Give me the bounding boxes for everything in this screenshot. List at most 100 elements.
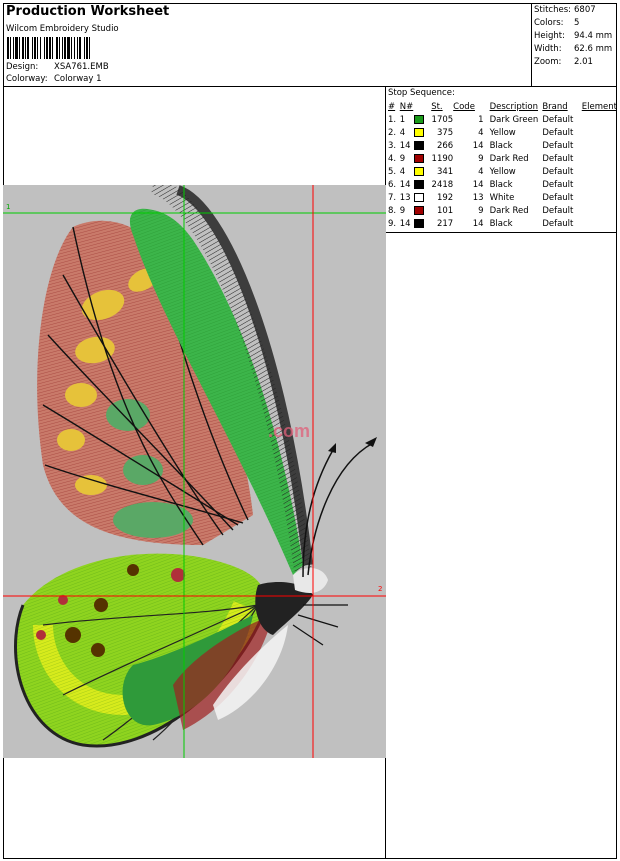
row-brand: Default [542,140,574,151]
table-row: 6. 14 2418 14 Black Default [386,178,617,191]
stop-sequence-table: # N# St. Code Description Brand Element … [386,100,617,230]
col-header-idx: # [388,101,396,112]
col-header-nn: N# [399,101,414,112]
svg-text:.com: .com [268,421,310,441]
barcode-image [7,37,133,59]
row-needle: 13 [399,192,411,203]
software-name: Wilcom Embroidery Studio [6,24,119,34]
row-stitches: 2418 [431,179,454,190]
row-color-swatch [413,178,432,191]
row-brand: Default [542,153,574,164]
stop-sequence-panel: Stop Sequence: # N# St. Code Description… [386,87,617,233]
row-code: 14 [472,179,484,190]
stat-zoom: Zoom: 2.01 [534,57,593,67]
stitches-value: 6807 [574,5,596,15]
row-brand: Default [542,218,574,229]
row-index: 4. [388,153,397,164]
row-color-swatch [413,152,432,165]
color-swatch [413,166,424,176]
row-index: 9. [388,218,397,229]
row-color-swatch [413,165,432,178]
stitches-label: Stitches: [534,5,572,15]
row-description: Dark Green [489,114,539,125]
design-preview: .com 1 2 [3,185,386,758]
row-needle: 14 [399,140,411,151]
color-swatch [413,114,424,124]
col-header-code: Code [453,101,475,112]
row-color-swatch [413,113,432,126]
row-stitches: 192 [436,192,454,203]
row-description: White [489,192,515,203]
row-stitches: 101 [436,205,454,216]
colors-value: 5 [574,18,580,28]
zoom-label: Zoom: [534,57,562,67]
table-row: 4. 9 1190 9 Dark Red Default [386,152,617,165]
stat-height: Height: 94.4 mm [534,31,612,41]
row-needle: 9 [399,153,406,164]
row-stitches: 341 [436,166,454,177]
col-header-brand: Brand [542,101,568,112]
stop-sequence-title: Stop Sequence: [388,88,455,98]
row-brand: Default [542,166,574,177]
row-needle: 1 [399,114,406,125]
color-swatch [413,140,424,150]
row-element [582,152,617,165]
row-index: 3. [388,140,397,151]
design-value: XSA761.EMB [54,62,109,72]
row-element [582,139,617,152]
page-title: Production Worksheet [6,4,170,19]
row-color-swatch [413,126,432,139]
row-brand: Default [542,127,574,138]
color-swatch [413,205,424,215]
butterfly-embroidery-image: .com [3,185,386,758]
design-label: Design: [6,62,39,72]
row-stitches: 375 [436,127,454,138]
stat-width: Width: 62.6 mm [534,44,612,54]
row-element [582,178,617,191]
row-color-swatch [413,204,432,217]
row-element [582,113,617,126]
row-description: Dark Red [489,205,529,216]
col-header-element: Element [581,101,617,112]
row-stitches: 1705 [431,114,454,125]
row-code: 14 [472,218,484,229]
width-label: Width: [534,44,562,54]
row-code: 9 [478,153,484,164]
row-index: 6. [388,179,397,190]
row-element [582,191,617,204]
row-code: 1 [478,114,484,125]
row-index: 2. [388,127,397,138]
row-element [582,217,617,230]
row-needle: 4 [399,127,406,138]
row-color-swatch [413,191,432,204]
guide-marker-2: 2 [378,585,383,593]
table-row: 2. 4 375 4 Yellow Default [386,126,617,139]
row-needle: 14 [399,179,411,190]
row-color-swatch [413,217,432,230]
stat-colors: Colors: 5 [534,18,579,28]
col-header-desc: Description [489,101,539,112]
row-code: 14 [472,140,484,151]
table-row: 7. 13 192 13 White Default [386,191,617,204]
table-row: 3. 14 266 14 Black Default [386,139,617,152]
table-row: 5. 4 341 4 Yellow Default [386,165,617,178]
row-description: Yellow [489,166,516,177]
row-index: 5. [388,166,397,177]
colorway-value: Colorway 1 [54,74,102,84]
table-row: 9. 14 217 14 Black Default [386,217,617,230]
row-color-swatch [413,139,432,152]
row-index: 8. [388,205,397,216]
row-stitches: 1190 [431,153,454,164]
row-element [582,126,617,139]
row-index: 7. [388,192,397,203]
row-description: Black [489,218,513,229]
colors-label: Colors: [534,18,564,28]
width-value: 62.6 mm [574,44,613,54]
row-brand: Default [542,179,574,190]
row-stitches: 217 [436,218,454,229]
table-row: 8. 9 101 9 Dark Red Default [386,204,617,217]
row-code: 13 [472,192,484,203]
height-label: Height: [534,31,565,41]
stat-stitches: Stitches: 6807 [534,5,596,15]
row-code: 4 [478,166,484,177]
